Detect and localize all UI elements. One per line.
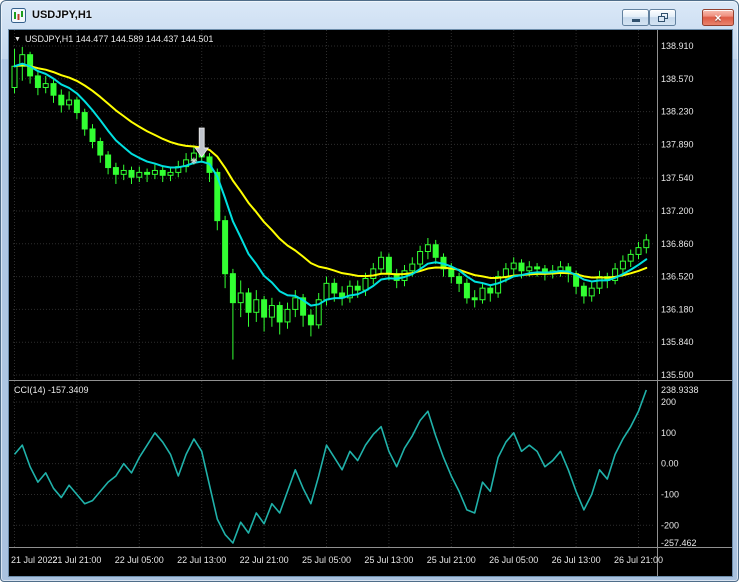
price-scale[interactable] xyxy=(658,30,732,547)
cci-indicator-label: CCI(14) -157.3409 xyxy=(14,385,89,395)
cci-pane-surface[interactable] xyxy=(13,382,655,547)
chart-window-icon[interactable] xyxy=(11,8,26,23)
titlebar[interactable]: USDJPY,H1 × xyxy=(1,1,738,30)
main-chart-surface[interactable] xyxy=(13,30,655,379)
minimize-button[interactable] xyxy=(622,9,649,26)
restore-button[interactable] xyxy=(649,9,676,26)
chart-canvas[interactable]: 138.910138.570138.230137.890137.540137.2… xyxy=(9,30,732,576)
restore-icon xyxy=(657,13,668,22)
chart-client-area: 138.910138.570138.230137.890137.540137.2… xyxy=(9,30,732,576)
close-button[interactable]: × xyxy=(702,9,734,26)
minimize-icon xyxy=(631,19,640,22)
expander-icon[interactable]: ▼ xyxy=(14,36,21,43)
ohlc-info-text: USDJPY,H1 144.477 144.589 144.437 144.50… xyxy=(24,34,214,44)
close-icon: × xyxy=(714,10,722,25)
ohlc-info: ▼ USDJPY,H1 144.477 144.589 144.437 144.5… xyxy=(14,34,213,44)
chart-window: USDJPY,H1 × 138.910138.570138.230137.890… xyxy=(0,0,739,582)
window-title: USDJPY,H1 xyxy=(32,9,92,21)
time-scale[interactable] xyxy=(9,548,732,576)
